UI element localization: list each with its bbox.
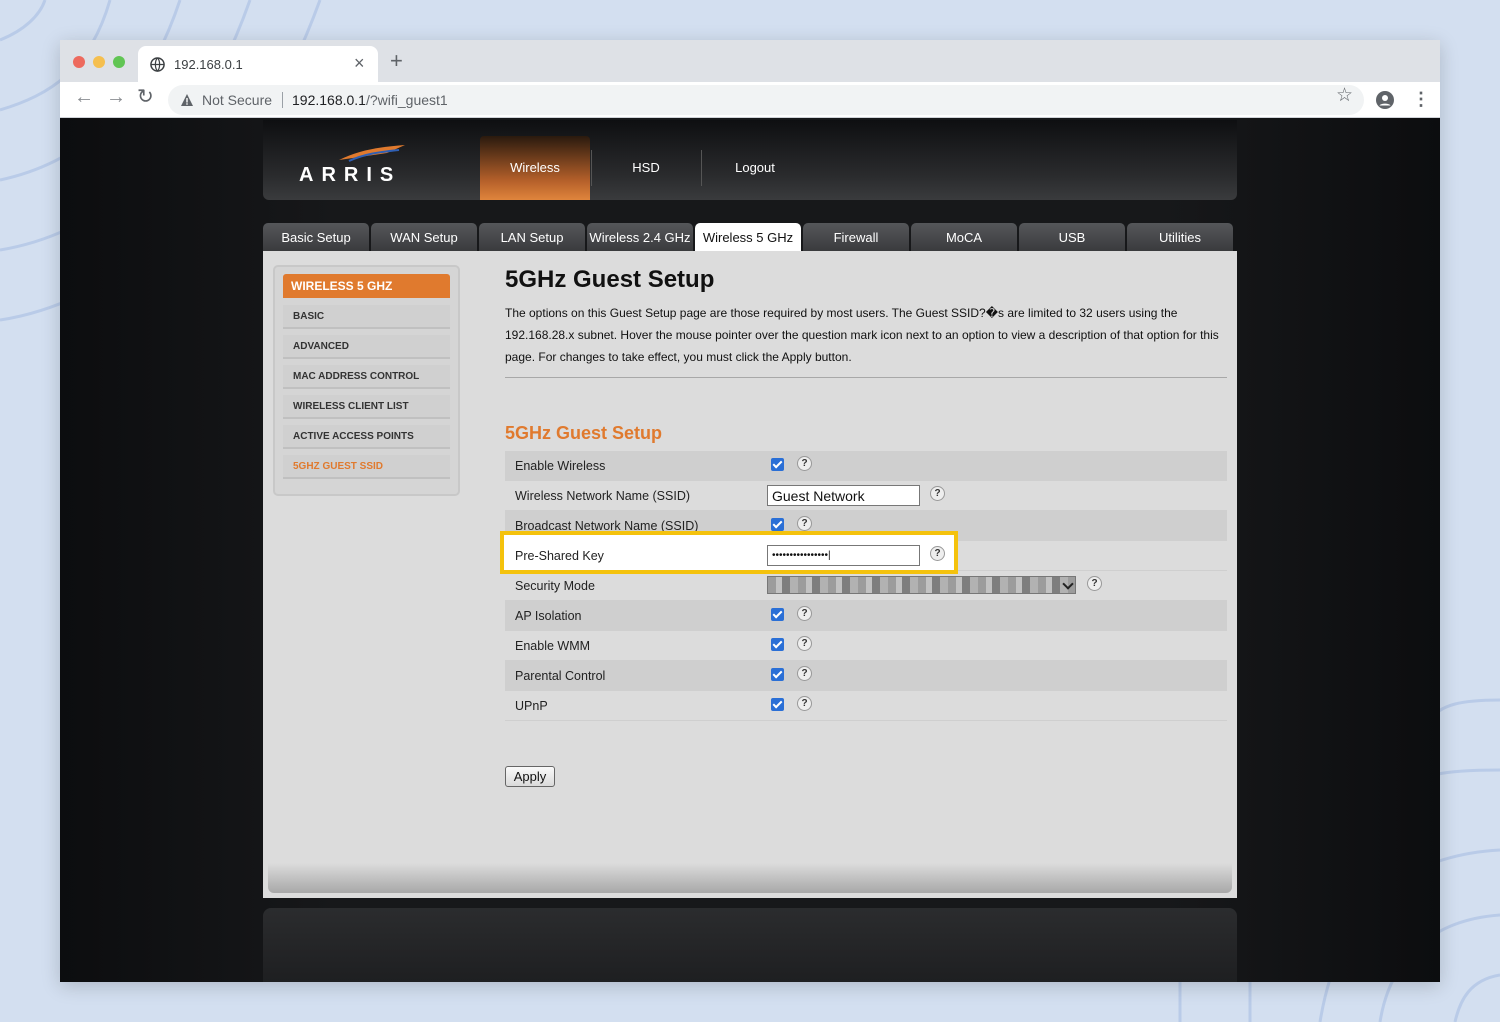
sidebar-item-5ghz-guest-ssid[interactable]: 5GHZ GUEST SSID xyxy=(283,455,450,479)
ssid-label: Wireless Network Name (SSID) xyxy=(515,489,691,503)
tab-moca[interactable]: MoCA xyxy=(911,223,1017,251)
close-window-button[interactable] xyxy=(73,56,85,68)
page-title: 5GHz Guest Setup xyxy=(505,266,715,293)
ssid-input[interactable]: Guest Network xyxy=(767,485,920,506)
bookmark-star-icon[interactable]: ☆ xyxy=(1336,84,1353,107)
browser-menu-icon[interactable]: ⋮ xyxy=(1412,86,1430,112)
parental-control-label: Parental Control xyxy=(515,669,606,683)
arris-logo: ARRIS xyxy=(299,144,409,186)
page-viewport: ARRIS Wireless HSD Logout Basic Setup WA… xyxy=(60,118,1440,982)
tab-utilities[interactable]: Utilities xyxy=(1127,223,1233,251)
row-enable-wireless: Enable Wireless ? xyxy=(505,451,1227,481)
row-ssid: Wireless Network Name (SSID) Guest Netwo… xyxy=(505,481,1227,511)
warning-icon xyxy=(181,94,193,106)
tab-firewall[interactable]: Firewall xyxy=(803,223,909,251)
help-icon[interactable]: ? xyxy=(797,456,812,471)
url-path: /?wifi_guest1 xyxy=(365,92,448,108)
help-icon[interactable]: ? xyxy=(797,636,812,651)
tab-basic-setup[interactable]: Basic Setup xyxy=(263,223,369,251)
upnp-checkbox[interactable] xyxy=(771,698,784,711)
row-ap-isolation: AP Isolation ? xyxy=(505,601,1227,631)
sidebar-item-basic[interactable]: BASIC xyxy=(283,305,450,329)
tab-title: 192.168.0.1 xyxy=(174,57,243,72)
content-panel: WIRELESS 5 GHZ BASIC ADVANCED MAC ADDRES… xyxy=(263,251,1237,898)
pre-shared-key-label: Pre-Shared Key xyxy=(515,549,604,563)
help-icon[interactable]: ? xyxy=(930,546,945,561)
divider xyxy=(505,377,1227,378)
sidebar-item-mac-address-control[interactable]: MAC ADDRESS CONTROL xyxy=(283,365,450,389)
pre-shared-key-input[interactable]: ••••••••••••••••| xyxy=(767,545,920,566)
logo-swoosh-icon xyxy=(339,145,405,162)
maximize-window-button[interactable] xyxy=(113,56,125,68)
address-bar[interactable]: Not Secure 192.168.0.1/?wifi_guest1 xyxy=(168,85,1364,115)
tab-wireless-5[interactable]: Wireless 5 GHz xyxy=(695,223,801,253)
broadcast-ssid-label: Broadcast Network Name (SSID) xyxy=(515,519,699,533)
new-tab-button[interactable]: + xyxy=(390,50,403,72)
logo-text: ARRIS xyxy=(299,164,402,186)
address-divider xyxy=(282,92,283,108)
enable-wireless-label: Enable Wireless xyxy=(515,459,606,473)
security-mode-select[interactable] xyxy=(767,576,1076,594)
help-icon[interactable]: ? xyxy=(797,696,812,711)
browser-tab[interactable]: 192.168.0.1 × xyxy=(138,46,378,82)
url-host: 192.168.0.1 xyxy=(292,92,366,108)
router-header: ARRIS Wireless HSD Logout xyxy=(263,120,1237,200)
security-mode-label: Security Mode xyxy=(515,579,595,593)
row-security-mode: Security Mode ? xyxy=(505,571,1227,601)
browser-window: 192.168.0.1 × + ← → ↻ Not Secure 192.168… xyxy=(60,40,1440,982)
help-icon[interactable]: ? xyxy=(1087,576,1102,591)
tab-wan-setup[interactable]: WAN Setup xyxy=(371,223,477,251)
minimize-window-button[interactable] xyxy=(93,56,105,68)
help-icon[interactable]: ? xyxy=(797,666,812,681)
section-title: 5GHz Guest Setup xyxy=(505,423,663,443)
sidebar-item-active-access-points[interactable]: ACTIVE ACCESS POINTS xyxy=(283,425,450,449)
enable-wmm-checkbox[interactable] xyxy=(771,638,784,651)
router-footer xyxy=(263,908,1237,982)
row-parental-control: Parental Control ? xyxy=(505,661,1227,691)
tab-lan-setup[interactable]: LAN Setup xyxy=(479,223,585,251)
apply-button[interactable]: Apply xyxy=(505,766,555,787)
nav-logout[interactable]: Logout xyxy=(700,136,810,200)
ap-isolation-checkbox[interactable] xyxy=(771,608,784,621)
parental-control-checkbox[interactable] xyxy=(771,668,784,681)
forward-button[interactable]: → xyxy=(106,85,126,109)
help-icon[interactable]: ? xyxy=(797,606,812,621)
account-icon[interactable] xyxy=(1376,91,1394,109)
help-icon[interactable]: ? xyxy=(930,486,945,501)
browser-toolbar: ← → ↻ Not Secure 192.168.0.1/?wifi_guest… xyxy=(60,82,1440,118)
row-upnp: UPnP ? xyxy=(505,691,1227,721)
back-button[interactable]: ← xyxy=(74,85,94,109)
enable-wireless-checkbox[interactable] xyxy=(771,458,784,471)
close-tab-icon[interactable]: × xyxy=(354,53,365,73)
browser-tabstrip: 192.168.0.1 × + xyxy=(60,40,1440,82)
broadcast-ssid-checkbox[interactable] xyxy=(771,518,784,531)
help-icon[interactable]: ? xyxy=(797,516,812,531)
upnp-label: UPnP xyxy=(515,699,548,713)
reload-button[interactable]: ↻ xyxy=(137,85,154,109)
url-text: 192.168.0.1/?wifi_guest1 xyxy=(292,92,448,108)
sidebar: WIRELESS 5 GHZ BASIC ADVANCED MAC ADDRES… xyxy=(273,265,460,496)
content-bottom-bar xyxy=(268,863,1232,893)
page-description: The options on this Guest Setup page are… xyxy=(505,306,1219,364)
settings-tabs: Basic Setup WAN Setup LAN Setup Wireless… xyxy=(263,223,1237,253)
sidebar-item-wireless-client-list[interactable]: WIRELESS CLIENT LIST xyxy=(283,395,450,419)
sidebar-heading: WIRELESS 5 GHZ xyxy=(283,274,450,298)
sidebar-item-advanced[interactable]: ADVANCED xyxy=(283,335,450,359)
nav-hsd[interactable]: HSD xyxy=(591,136,701,200)
row-enable-wmm: Enable WMM ? xyxy=(505,631,1227,661)
tab-usb[interactable]: USB xyxy=(1019,223,1125,251)
nav-wireless[interactable]: Wireless xyxy=(480,136,590,200)
security-label: Not Secure xyxy=(202,92,273,108)
globe-icon xyxy=(150,57,165,72)
row-pre-shared-key: Pre-Shared Key ••••••••••••••••| ? xyxy=(505,541,1227,571)
ap-isolation-label: AP Isolation xyxy=(515,609,582,623)
enable-wmm-label: Enable WMM xyxy=(515,639,591,653)
tab-wireless-24[interactable]: Wireless 2.4 GHz xyxy=(587,223,693,251)
